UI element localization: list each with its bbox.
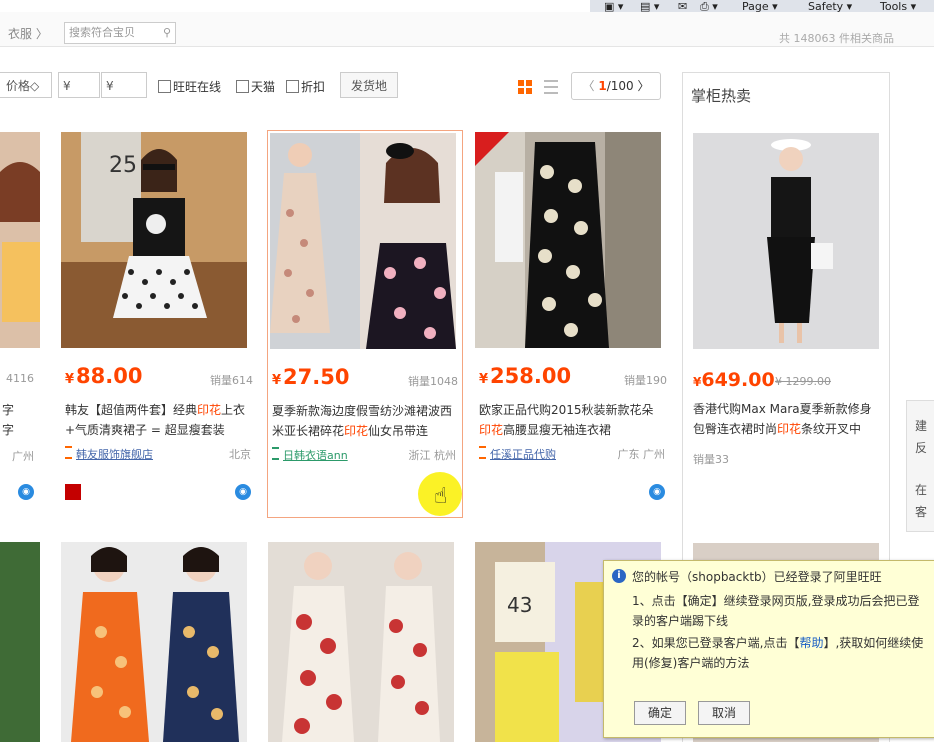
product-image[interactable] (270, 133, 456, 349)
product-title[interactable]: 韩友【超值两件套】经典印花上衣+气质清爽裙子 = 超显瘦套装 (65, 400, 251, 440)
product-sold-count: 销量614 (210, 374, 253, 387)
price-min-input[interactable]: ¥ (58, 72, 100, 98)
product-card[interactable]: ¥27.50 销量1048 夏季新款海边度假雪纺沙滩裙波西米亚长裙碎花印花仙女吊… (267, 130, 463, 518)
tmall-badge-icon (65, 484, 81, 500)
product-location: 浙江 杭州 (408, 449, 457, 462)
product-card[interactable] (0, 542, 40, 742)
product-card[interactable]: 25 ¥88.00 销量614 韩友【超值两件套】经典印花上衣+气质清爽裙子 =… (61, 132, 257, 516)
product-title[interactable]: 字字 (2, 400, 42, 440)
shop-link[interactable]: 日韩衣语ann (272, 447, 348, 463)
cancel-button[interactable]: 取消 (698, 701, 750, 725)
shop-level-icon (272, 447, 279, 460)
filter-bar: 价格◇ ¥ ¥ 旺旺在线 天猫 折扣 发货地 〈 1/100 〉 (0, 66, 672, 106)
product-image[interactable] (0, 542, 40, 742)
prev-page-button[interactable]: 〈 (583, 79, 595, 93)
wangwang-checkbox[interactable] (158, 80, 171, 93)
current-page: 1 (598, 79, 607, 93)
notification-message: 您的帐号（shopbacktb）已经登录了阿里旺旺 (632, 570, 882, 584)
product-image[interactable] (475, 132, 661, 348)
wangwang-online-filter[interactable]: 旺旺在线 (158, 78, 221, 95)
result-count: 共 148063 件相关商品 (779, 32, 894, 45)
product-price: ¥88.00 (65, 364, 143, 388)
product-image[interactable] (0, 132, 40, 348)
discount-filter[interactable]: 折扣 (286, 78, 325, 95)
feedback-char: 在 (915, 483, 928, 497)
sidebar-product-image[interactable] (693, 133, 879, 349)
tmall-label: 天猫 (251, 80, 276, 94)
browser-page: ▣ ▾ ▤ ▾ ✉ ⎙ ▾ Page ▾ Safety ▾ Tools ▾ 衣服… (0, 0, 934, 742)
product-price: ¥258.00 (479, 364, 572, 388)
product-sold-count: 4116 (6, 372, 34, 385)
sidebar-title: 掌柜热卖 (691, 87, 752, 105)
svg-text:43: 43 (507, 593, 532, 617)
search-input[interactable]: 搜索符合宝贝 ⚲ (64, 22, 176, 44)
sidebar-sold-count: 销量33 (693, 453, 729, 466)
shop-level-icon (479, 446, 486, 459)
product-price: ¥27.50 (272, 365, 350, 389)
product-sold-count: 销量1048 (408, 375, 458, 388)
product-card[interactable]: 4116 字字 广州 ◉ (0, 132, 40, 516)
feedback-char: 客 (915, 505, 928, 519)
tmall-filter[interactable]: 天猫 (236, 78, 275, 95)
grid-view-icon[interactable] (518, 80, 532, 94)
search-icon[interactable]: ⚲ (163, 23, 171, 43)
product-card[interactable] (268, 542, 454, 742)
pagination: 〈 1/100 〉 (571, 72, 661, 100)
list-view-icon[interactable] (544, 80, 558, 94)
feedback-tab[interactable]: 建 反 在 客 (906, 400, 934, 532)
discount-checkbox[interactable] (286, 80, 299, 93)
hand-cursor-icon: ☝ (434, 484, 448, 509)
price-sort-button[interactable]: 价格◇ (0, 72, 52, 98)
feedback-char: 反 (915, 441, 928, 455)
product-location: 广东 广州 (617, 448, 666, 461)
svg-text:25: 25 (109, 153, 137, 178)
sidebar-original-price: ¥ 1299.00 (775, 375, 831, 388)
shop-link[interactable]: 任溪正品代购 (479, 446, 556, 462)
wangwang-icon[interactable]: ◉ (18, 484, 34, 500)
shop-level-icon (65, 446, 72, 459)
help-link[interactable]: 帮助 (799, 636, 823, 650)
product-title[interactable]: 欧家正品代购2015秋装新款花朵印花高腰显瘦无袖连衣裙 (479, 400, 665, 440)
ship-from-dropdown[interactable]: 发货地 (340, 72, 398, 98)
search-placeholder: 搜索符合宝贝 (69, 26, 135, 39)
wangwang-label: 旺旺在线 (173, 80, 222, 94)
info-icon: i (612, 569, 626, 583)
discount-label: 折扣 (301, 80, 326, 94)
tmall-checkbox[interactable] (236, 80, 249, 93)
product-location: 北京 (229, 448, 251, 461)
sidebar-product-title[interactable]: 香港代购Max Mara夏季新款修身包臀连衣裙时尚印花条纹开叉中 (693, 399, 881, 439)
total-pages: /100 (606, 79, 634, 93)
login-notification-popup: i 您的帐号（shopbacktb）已经登录了阿里旺旺 1、点击【确定】继续登录… (603, 560, 934, 738)
wangwang-icon[interactable]: ◉ (235, 484, 251, 500)
notification-line-1: 1、点击【确定】继续登录网页版,登录成功后会把已登录的客户端踢下线 (632, 594, 920, 628)
sidebar-product-price: ¥649.00 (693, 369, 775, 391)
next-page-button[interactable]: 〉 (637, 79, 649, 93)
product-card[interactable] (61, 542, 247, 742)
wangwang-icon[interactable]: ◉ (649, 484, 665, 500)
product-sold-count: 销量190 (624, 374, 667, 387)
product-title[interactable]: 夏季新款海边度假雪纺沙滩裙波西米亚长裙碎花印花仙女吊带连 (272, 401, 458, 441)
product-location: 广州 (12, 450, 34, 463)
breadcrumb[interactable]: 衣服 〉 (8, 25, 48, 42)
product-image[interactable] (268, 542, 454, 742)
price-max-input[interactable]: ¥ (101, 72, 147, 98)
product-image[interactable] (61, 542, 247, 742)
confirm-button[interactable]: 确定 (634, 701, 686, 725)
product-image[interactable]: 25 (61, 132, 247, 348)
search-strip: 衣服 〉 搜索符合宝贝 ⚲ 共 148063 件相关商品 (0, 12, 934, 47)
product-card[interactable]: ¥258.00 销量190 欧家正品代购2015秋装新款花朵印花高腰显瘦无袖连衣… (475, 132, 671, 516)
feedback-char: 建 (915, 419, 928, 433)
notification-line-2: 2、如果您已登录客户端,点击【帮助】,获取如何继续使用(修复)客户端的方法 (632, 636, 924, 670)
shop-link[interactable]: 韩友服饰旗舰店 (65, 446, 153, 462)
